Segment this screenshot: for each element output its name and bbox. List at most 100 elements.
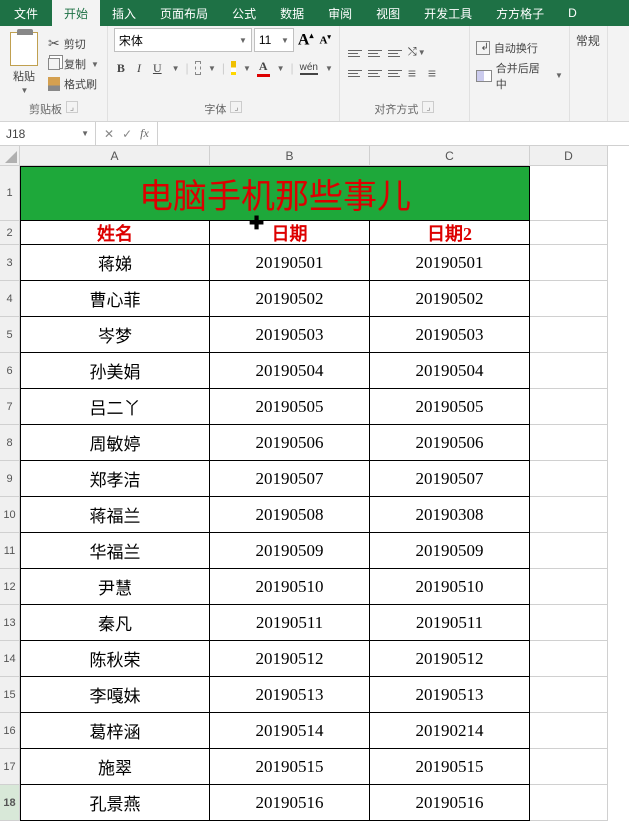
- cell-name[interactable]: 李嘎妹: [20, 677, 210, 713]
- cell[interactable]: [530, 677, 608, 713]
- cell-name[interactable]: 岑梦: [20, 317, 210, 353]
- cell-date[interactable]: 20190516: [210, 785, 370, 821]
- chevron-down-icon[interactable]: ▼: [277, 64, 285, 73]
- cell-name[interactable]: 孙美娟: [20, 353, 210, 389]
- title-cell[interactable]: 电脑手机那些事儿: [20, 166, 530, 221]
- tab-view[interactable]: 视图: [364, 0, 412, 26]
- row-header[interactable]: 16: [0, 713, 20, 749]
- chevron-down-icon[interactable]: ▼: [208, 64, 216, 73]
- column-header-C[interactable]: C: [370, 146, 530, 166]
- cell-date2[interactable]: 20190505: [370, 389, 530, 425]
- cell-date[interactable]: 20190507: [210, 461, 370, 497]
- cell-date[interactable]: 20190504: [210, 353, 370, 389]
- row-header[interactable]: 10: [0, 497, 20, 533]
- select-all-corner[interactable]: [0, 146, 20, 166]
- row-header[interactable]: 7: [0, 389, 20, 425]
- border-button[interactable]: [195, 61, 201, 75]
- name-box[interactable]: J18▼: [0, 122, 96, 145]
- chevron-down-icon[interactable]: ▼: [325, 64, 333, 73]
- font-size-select[interactable]: 11▼: [254, 28, 294, 52]
- row-header[interactable]: 3: [0, 245, 20, 281]
- cell[interactable]: [530, 605, 608, 641]
- cell-date[interactable]: 20190502: [210, 281, 370, 317]
- cell-name[interactable]: 孔景燕: [20, 785, 210, 821]
- cell-date2[interactable]: 20190214: [370, 713, 530, 749]
- cell-name[interactable]: 秦凡: [20, 605, 210, 641]
- tab-file[interactable]: 文件: [0, 0, 52, 26]
- formula-bar[interactable]: [158, 122, 629, 145]
- cell[interactable]: [530, 166, 608, 221]
- align-left-button[interactable]: [346, 65, 364, 83]
- increase-indent-button[interactable]: [428, 65, 444, 81]
- cell[interactable]: [530, 245, 608, 281]
- cell[interactable]: [530, 641, 608, 677]
- tab-data[interactable]: 数据: [268, 0, 316, 26]
- wrap-text-button[interactable]: 自动换行: [476, 40, 563, 56]
- chevron-down-icon[interactable]: ▼: [172, 64, 180, 73]
- font-name-select[interactable]: 宋体▼: [114, 28, 252, 52]
- cell-date[interactable]: 20190503: [210, 317, 370, 353]
- cell-name[interactable]: 华福兰: [20, 533, 210, 569]
- cell[interactable]: [530, 281, 608, 317]
- cell-date[interactable]: 20190505: [210, 389, 370, 425]
- orientation-button[interactable]: ⤭▼: [408, 46, 444, 59]
- cell[interactable]: [530, 533, 608, 569]
- header-date[interactable]: 日期: [210, 221, 370, 245]
- cell-name[interactable]: 曹心菲: [20, 281, 210, 317]
- dialog-launcher-icon[interactable]: ⌟: [422, 101, 434, 113]
- row-header[interactable]: 18: [0, 785, 20, 821]
- tab-layout[interactable]: 页面布局: [148, 0, 220, 26]
- tab-formula[interactable]: 公式: [220, 0, 268, 26]
- cell-date[interactable]: 20190513: [210, 677, 370, 713]
- row-header[interactable]: 15: [0, 677, 20, 713]
- cell-date[interactable]: 20190514: [210, 713, 370, 749]
- cancel-formula-button[interactable]: ✕: [104, 127, 114, 141]
- cell-name[interactable]: 施翠: [20, 749, 210, 785]
- cell-date2[interactable]: 20190515: [370, 749, 530, 785]
- row-header[interactable]: 11: [0, 533, 20, 569]
- merge-center-button[interactable]: 合并后居中▼: [476, 60, 563, 92]
- row-header[interactable]: 13: [0, 605, 20, 641]
- cell[interactable]: [530, 353, 608, 389]
- column-header-B[interactable]: B: [210, 146, 370, 166]
- cell-date2[interactable]: 20190503: [370, 317, 530, 353]
- cell-name[interactable]: 陈秋荣: [20, 641, 210, 677]
- tab-fgz[interactable]: 方方格子: [484, 0, 556, 26]
- row-header[interactable]: 2: [0, 221, 20, 245]
- cut-button[interactable]: ✂剪切: [46, 34, 101, 53]
- cell[interactable]: [530, 569, 608, 605]
- cell-date2[interactable]: 20190516: [370, 785, 530, 821]
- row-header[interactable]: 8: [0, 425, 20, 461]
- row-header[interactable]: 9: [0, 461, 20, 497]
- align-right-button[interactable]: [386, 65, 404, 83]
- align-bottom-button[interactable]: [386, 45, 404, 63]
- fx-icon[interactable]: fx: [140, 126, 149, 141]
- bold-button[interactable]: B: [114, 61, 128, 76]
- phonetic-button[interactable]: wén: [300, 62, 318, 75]
- column-header-A[interactable]: A: [20, 146, 210, 166]
- copy-button[interactable]: 复制▼: [46, 55, 101, 73]
- cell-date[interactable]: 20190508: [210, 497, 370, 533]
- tab-dev[interactable]: 开发工具: [412, 0, 484, 26]
- align-middle-button[interactable]: [366, 45, 384, 63]
- cell[interactable]: [530, 497, 608, 533]
- cell-name[interactable]: 尹慧: [20, 569, 210, 605]
- cell-date2[interactable]: 20190504: [370, 353, 530, 389]
- decrease-font-button[interactable]: A▾: [317, 33, 332, 47]
- tab-insert[interactable]: 插入: [100, 0, 148, 26]
- header-name[interactable]: 姓名: [20, 221, 210, 245]
- tab-home[interactable]: 开始: [52, 0, 100, 26]
- cell-date2[interactable]: 20190510: [370, 569, 530, 605]
- cell[interactable]: [530, 785, 608, 821]
- align-center-button[interactable]: [366, 65, 384, 83]
- accept-formula-button[interactable]: ✓: [122, 127, 132, 141]
- cell-date2[interactable]: 20190507: [370, 461, 530, 497]
- cell[interactable]: [530, 389, 608, 425]
- cell-name[interactable]: 葛梓涵: [20, 713, 210, 749]
- row-header[interactable]: 4: [0, 281, 20, 317]
- tab-d[interactable]: D: [556, 0, 589, 26]
- row-header[interactable]: 1: [0, 166, 20, 221]
- cell-name[interactable]: 蒋娣: [20, 245, 210, 281]
- cell-date[interactable]: 20190510: [210, 569, 370, 605]
- cell[interactable]: [530, 749, 608, 785]
